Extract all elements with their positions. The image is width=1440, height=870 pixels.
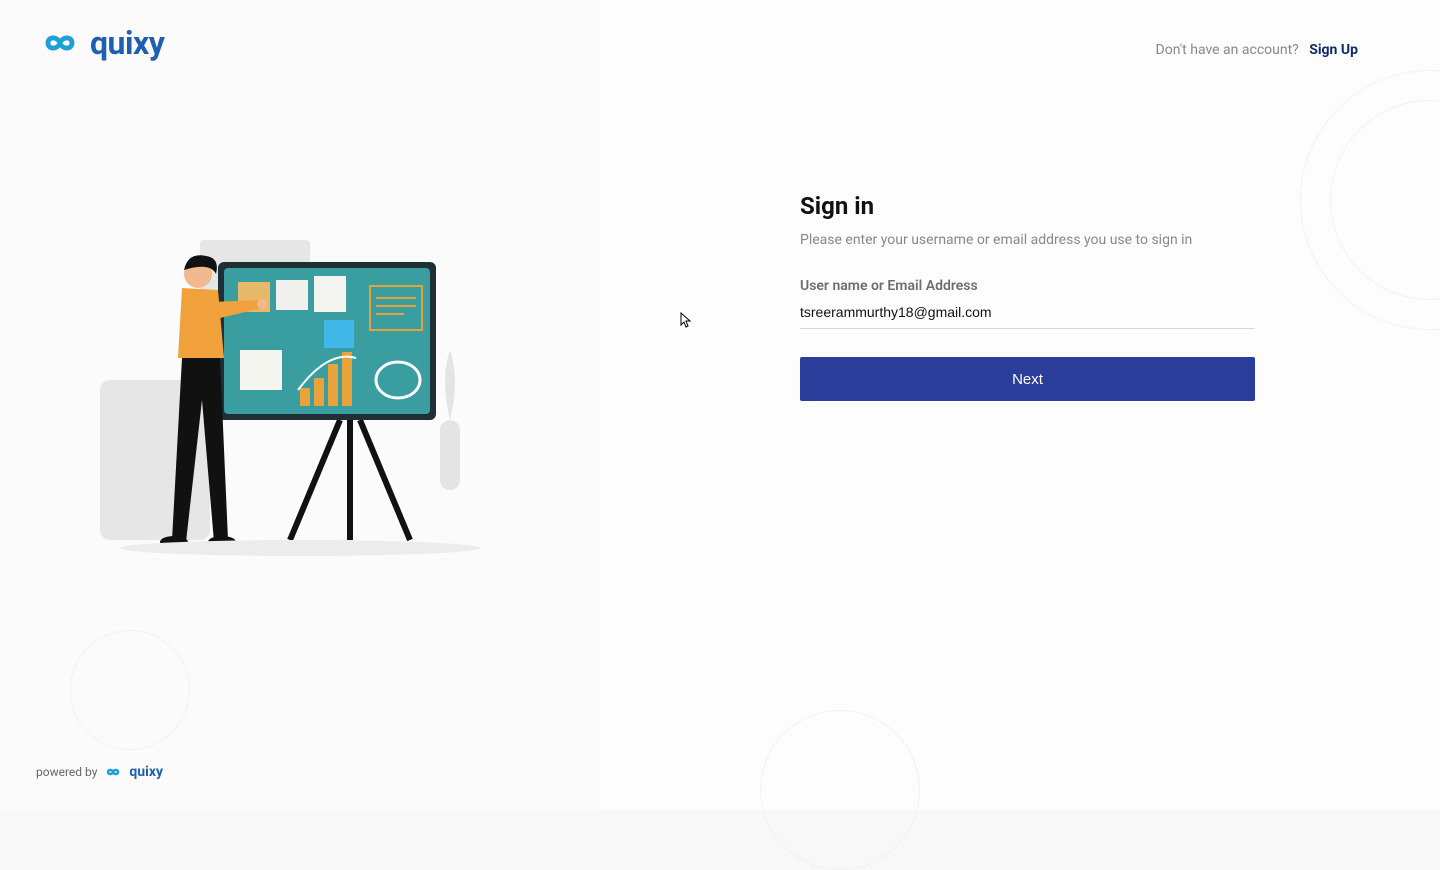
decorative-circle [70, 630, 190, 750]
brand-logo: quixy [36, 24, 164, 62]
powered-by: powered by quixy [36, 764, 163, 780]
powered-by-brand: quixy [129, 764, 163, 780]
cursor-icon [680, 312, 692, 332]
no-account-text: Don't have an account? [1156, 42, 1299, 58]
signup-prompt: Don't have an account? Sign Up [1156, 42, 1358, 58]
username-label: User name or Email Address [800, 278, 1255, 294]
powered-by-logo-icon [103, 765, 123, 779]
signin-subtitle: Please enter your username or email addr… [800, 232, 1255, 248]
powered-by-label: powered by [36, 765, 97, 779]
left-panel: quixy [0, 0, 600, 810]
right-panel: Don't have an account? Sign Up Sign in P… [600, 0, 1440, 810]
brand-logo-text: quixy [90, 24, 164, 62]
signup-link[interactable]: Sign Up [1309, 42, 1358, 58]
brand-logo-icon [36, 27, 84, 59]
decorative-circle [760, 710, 920, 870]
next-button[interactable]: Next [800, 357, 1255, 401]
signin-illustration [90, 240, 510, 560]
signin-form: Sign in Please enter your username or em… [800, 192, 1255, 401]
username-input[interactable] [800, 300, 1255, 329]
signin-title: Sign in [800, 192, 1255, 220]
